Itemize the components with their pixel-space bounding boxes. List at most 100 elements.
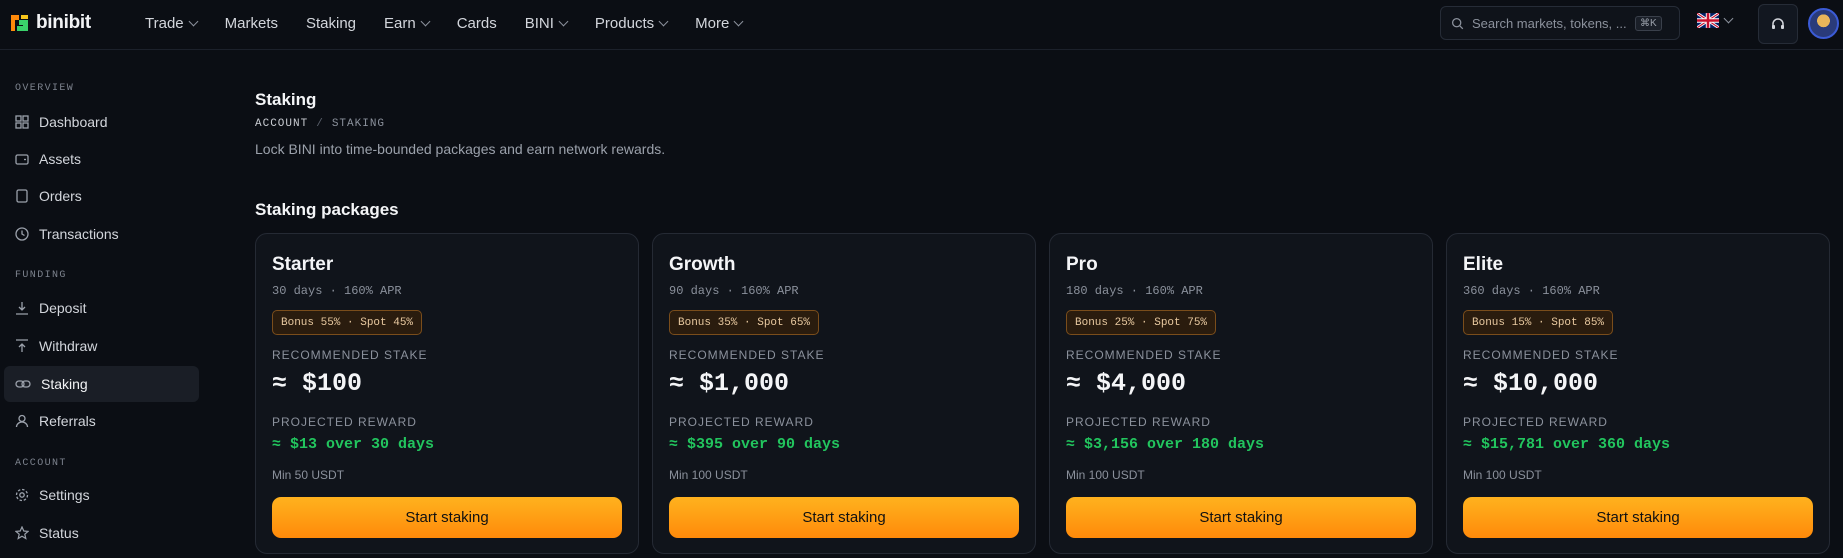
- top-navbar: binibit Trade Markets Staking Earn Cards…: [0, 0, 1843, 50]
- sidebar-item-label: Deposit: [39, 300, 87, 316]
- sidebar-item-status[interactable]: Status: [4, 515, 199, 551]
- sidebar-heading-account: ACCOUNT: [15, 458, 67, 469]
- sidebar-item-label: Staking: [41, 376, 88, 392]
- star-icon: [15, 526, 29, 540]
- breadcrumb-account[interactable]: ACCOUNT: [255, 118, 308, 130]
- page-subtitle: Lock BINI into time-bounded packages and…: [255, 141, 666, 157]
- reward-value: ≈ $395 over 90 days: [669, 436, 841, 453]
- uk-flag-icon: [1697, 13, 1719, 28]
- sidebar-item-referrals[interactable]: Referrals: [4, 403, 199, 439]
- start-staking-button[interactable]: Start staking: [1066, 497, 1416, 538]
- sidebar-item-deposit[interactable]: Deposit: [4, 290, 199, 326]
- stake-label: RECOMMENDED STAKE: [1066, 348, 1222, 362]
- document-icon: [16, 189, 28, 203]
- start-staking-button[interactable]: Start staking: [272, 497, 622, 538]
- sidebar-item-withdraw[interactable]: Withdraw: [4, 328, 199, 364]
- nav-products[interactable]: Products: [594, 14, 669, 32]
- stake-value: ≈ $4,000: [1066, 369, 1187, 398]
- nav-markets-label: Markets: [224, 14, 278, 32]
- min-amount: Min 50 USDT: [272, 468, 345, 482]
- nav-markets[interactable]: Markets: [225, 15, 278, 32]
- reward-label: PROJECTED REWARD: [1066, 415, 1211, 429]
- min-amount: Min 100 USDT: [1463, 468, 1542, 482]
- package-badge: Bonus 55% · Spot 45%: [272, 310, 423, 335]
- nav-bini[interactable]: BINI: [524, 14, 569, 32]
- reward-label: PROJECTED REWARD: [669, 415, 814, 429]
- package-meta: 180 days · 160% APR: [1066, 284, 1203, 298]
- reward-value: ≈ $13 over 30 days: [272, 436, 435, 453]
- link-icon: [15, 380, 31, 388]
- package-name: Starter: [272, 254, 334, 275]
- sidebar-item-label: Referrals: [39, 413, 96, 429]
- reward-label: PROJECTED REWARD: [1463, 415, 1608, 429]
- nav-earn-label: Earn: [384, 14, 416, 32]
- stake-label: RECOMMENDED STAKE: [1463, 348, 1619, 362]
- nav-trade[interactable]: Trade: [145, 14, 199, 32]
- sidebar-item-label: Status: [39, 525, 79, 541]
- stake-label: RECOMMENDED STAKE: [272, 348, 428, 362]
- reward-label: PROJECTED REWARD: [272, 415, 417, 429]
- nav-products-label: Products: [594, 14, 655, 32]
- sidebar-item-assets[interactable]: Assets: [4, 141, 199, 177]
- package-card-starter: Starter 30 days · 160% APR Bonus 55% · S…: [255, 233, 639, 554]
- search-input[interactable]: [1472, 15, 1627, 31]
- grid-icon: [15, 115, 29, 129]
- logo-icon: [11, 15, 28, 31]
- breadcrumb-staking: STAKING: [331, 118, 386, 130]
- staking-packages: Starter 30 days · 160% APR Bonus 55% · S…: [255, 233, 1830, 554]
- language-selector[interactable]: [1697, 13, 1734, 28]
- support-button[interactable]: [1758, 4, 1798, 44]
- brand-logo[interactable]: binibit: [8, 11, 91, 35]
- stake-value: ≈ $1,000: [669, 369, 790, 398]
- package-name: Pro: [1066, 254, 1098, 275]
- headset-icon: [1772, 18, 1784, 29]
- sidebar-item-orders[interactable]: Orders: [4, 178, 199, 214]
- gear-icon: [15, 488, 29, 502]
- chevron-down-icon: [658, 16, 669, 26]
- brand-name: binibit: [36, 12, 91, 33]
- nav-trade-label: Trade: [145, 14, 184, 32]
- download-icon: [16, 302, 28, 315]
- package-meta: 360 days · 160% APR: [1463, 284, 1600, 298]
- chevron-down-icon: [420, 16, 431, 26]
- sidebar-heading-funding: FUNDING: [15, 270, 67, 281]
- package-badge: Bonus 15% · Spot 85%: [1463, 310, 1614, 335]
- nav-bini-label: BINI: [524, 14, 554, 32]
- nav-cards-label: Cards: [456, 14, 497, 32]
- sidebar-item-staking[interactable]: Staking: [4, 366, 199, 402]
- package-meta: 30 days · 160% APR: [272, 284, 402, 298]
- main-nav: Trade Markets Staking Earn Cards BINI Pr…: [145, 0, 770, 46]
- package-meta: 90 days · 160% APR: [669, 284, 799, 298]
- chevron-down-icon: [733, 16, 744, 26]
- min-amount: Min 100 USDT: [669, 468, 748, 482]
- package-card-elite: Elite 360 days · 160% APR Bonus 15% · Sp…: [1446, 233, 1830, 554]
- sidebar-item-transactions[interactable]: Transactions: [4, 216, 199, 252]
- min-amount: Min 100 USDT: [1066, 468, 1145, 482]
- sidebar-item-dashboard[interactable]: Dashboard: [4, 104, 199, 140]
- sidebar: OVERVIEW Dashboard Assets Orders Transac…: [0, 50, 205, 558]
- package-badge: Bonus 25% · Spot 75%: [1066, 310, 1217, 335]
- upload-icon: [16, 339, 28, 352]
- sidebar-item-settings[interactable]: Settings: [4, 477, 199, 513]
- chevron-down-icon: [1723, 13, 1734, 24]
- sidebar-item-label: Transactions: [39, 226, 119, 242]
- search-shortcut: ⌘K: [1635, 15, 1662, 31]
- nav-earn[interactable]: Earn: [384, 14, 431, 32]
- breadcrumb: ACCOUNT / STAKING: [255, 118, 385, 130]
- section-title: Staking packages: [255, 200, 399, 219]
- reward-value: ≈ $15,781 over 360 days: [1463, 436, 1671, 453]
- start-staking-button[interactable]: Start staking: [1463, 497, 1813, 538]
- nav-staking[interactable]: Staking: [306, 15, 356, 32]
- sidebar-item-label: Dashboard: [39, 114, 108, 130]
- start-staking-button[interactable]: Start staking: [669, 497, 1019, 538]
- chevron-down-icon: [558, 16, 569, 26]
- package-name: Growth: [669, 254, 736, 275]
- stake-value: ≈ $100: [272, 369, 363, 398]
- search-box[interactable]: ⌘K: [1440, 6, 1680, 40]
- nav-more[interactable]: More: [695, 14, 744, 32]
- breadcrumb-separator: /: [316, 118, 324, 130]
- avatar[interactable]: [1808, 8, 1839, 39]
- nav-cards[interactable]: Cards: [457, 15, 497, 32]
- sidebar-item-label: Withdraw: [39, 338, 98, 354]
- nav-more-label: More: [695, 14, 730, 32]
